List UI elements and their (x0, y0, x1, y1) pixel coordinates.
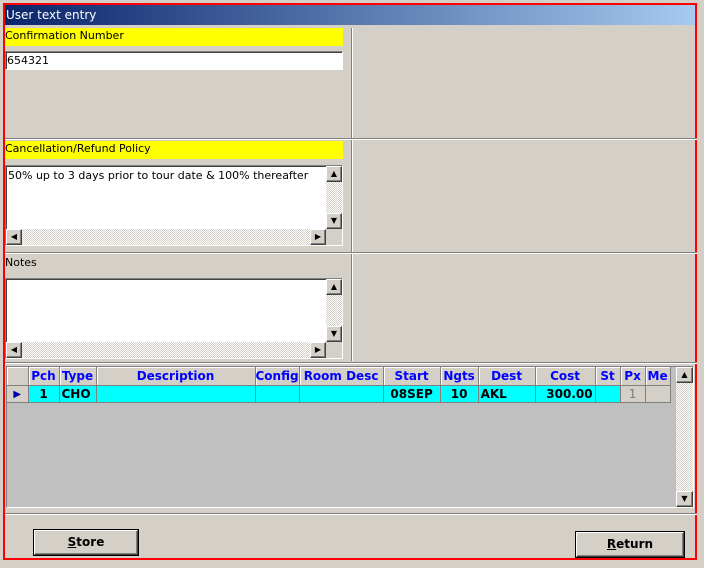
scroll-left-button[interactable]: ◀ (6, 342, 22, 358)
cell-me[interactable] (645, 385, 671, 403)
store-button[interactable]: Store (34, 530, 138, 555)
confirmation-number-label: Confirmation Number (5, 28, 343, 46)
confirmation-number-input[interactable]: 654321 (5, 51, 343, 70)
column-header[interactable]: Description (96, 367, 256, 386)
grid-vertical-scrollbar[interactable]: ▲ ▼ (676, 367, 693, 507)
column-header[interactable]: Pch (28, 367, 60, 386)
cancellation-policy-label: Cancellation/Refund Policy (5, 141, 343, 159)
column-header[interactable]: Start (383, 367, 441, 386)
cell-cost[interactable]: 300.00 (535, 385, 596, 403)
store-mnemonic: S (67, 535, 77, 549)
return-label-rest: eturn (616, 537, 654, 551)
notes-label: Notes (5, 256, 37, 269)
cell-type[interactable]: CHO (59, 385, 97, 403)
header-indicator (7, 367, 29, 386)
scroll-down-button[interactable]: ▼ (326, 326, 342, 342)
section-divider (5, 138, 697, 140)
column-header[interactable]: Room Desc (299, 367, 384, 386)
cell-ngts[interactable]: 10 (440, 385, 479, 403)
cancellation-policy-text: 50% up to 3 days prior to tour date & 10… (8, 169, 309, 182)
cell-start[interactable]: 08SEP (383, 385, 441, 403)
grid-header-row: Pch Type Description Config Room Desc St… (7, 367, 671, 386)
column-header[interactable]: Cost (535, 367, 596, 386)
section-divider (5, 362, 697, 364)
cell-px[interactable]: 1 (620, 385, 646, 403)
scroll-right-button[interactable]: ▶ (310, 342, 326, 358)
cell-description[interactable] (96, 385, 256, 403)
table-row[interactable]: ▶ 1 CHO 08SEP 10 AKL 300.00 1 (7, 385, 671, 403)
return-mnemonic: R (606, 537, 617, 551)
scroll-right-button[interactable]: ▶ (310, 229, 326, 245)
column-header[interactable]: Me (645, 367, 671, 386)
horizontal-scrollbar[interactable]: ◀ ▶ (6, 342, 326, 358)
cell-st[interactable] (595, 385, 621, 403)
section-divider (5, 513, 697, 515)
scroll-up-button[interactable]: ▲ (326, 279, 342, 295)
column-header[interactable]: Px (620, 367, 646, 386)
store-label-rest: tore (76, 535, 105, 549)
vertical-scrollbar[interactable]: ▲ ▼ (326, 279, 342, 342)
return-button[interactable]: Return (576, 532, 684, 557)
vertical-scrollbar[interactable]: ▲ ▼ (326, 166, 342, 229)
column-header[interactable]: St (595, 367, 621, 386)
cell-config[interactable] (255, 385, 300, 403)
scroll-left-button[interactable]: ◀ (6, 229, 22, 245)
cell-room-desc[interactable] (299, 385, 384, 403)
itinerary-grid[interactable]: Pch Type Description Config Room Desc St… (6, 366, 694, 508)
scroll-down-button[interactable]: ▼ (326, 213, 342, 229)
scroll-corner (326, 229, 342, 245)
column-header[interactable]: Ngts (440, 367, 479, 386)
notes-textarea[interactable]: ▲ ▼ ◀ ▶ (5, 278, 343, 359)
itinerary-table: Pch Type Description Config Room Desc St… (7, 367, 671, 403)
horizontal-scrollbar[interactable]: ◀ ▶ (6, 229, 326, 245)
section-divider (5, 252, 697, 254)
column-header[interactable]: Type (59, 367, 97, 386)
column-header[interactable]: Config (255, 367, 300, 386)
scroll-up-button[interactable]: ▲ (676, 367, 693, 383)
row-indicator-icon[interactable]: ▶ (7, 385, 29, 403)
scroll-up-button[interactable]: ▲ (326, 166, 342, 182)
cell-dest[interactable]: AKL (478, 385, 536, 403)
cell-pch[interactable]: 1 (28, 385, 60, 403)
cancellation-policy-textarea[interactable]: 50% up to 3 days prior to tour date & 10… (5, 165, 343, 246)
column-header[interactable]: Dest (478, 367, 536, 386)
scroll-down-button[interactable]: ▼ (676, 491, 693, 507)
vertical-divider (351, 28, 353, 361)
scroll-corner (326, 342, 342, 358)
